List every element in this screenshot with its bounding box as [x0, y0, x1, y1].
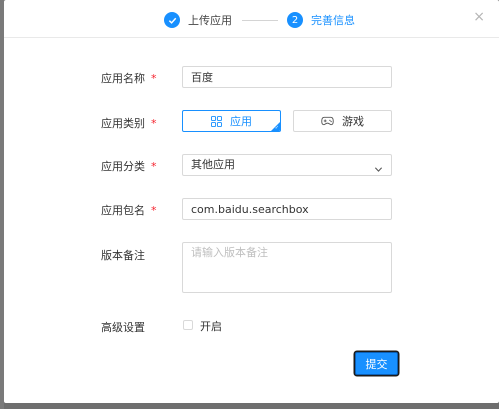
- package-name-input[interactable]: [182, 198, 392, 220]
- gamepad-icon: [321, 116, 334, 126]
- step-number: 2: [287, 12, 303, 28]
- check-icon: [164, 12, 180, 28]
- option-label: 应用: [230, 115, 252, 128]
- label-text: 应用名称: [101, 72, 145, 85]
- version-note-textarea[interactable]: [182, 242, 392, 293]
- selected-check-icon: ✓: [274, 125, 279, 131]
- app-info-dialog: 上传应用 2 完善信息 × 应用名称* 应用类别* 应用 ✓ 游戏 应用分类* …: [4, 0, 499, 403]
- step-complete-info: 2 完善信息: [287, 10, 355, 30]
- submit-button[interactable]: 提交: [355, 352, 398, 375]
- chevron-down-icon: [374, 161, 383, 181]
- close-icon[interactable]: ×: [473, 9, 485, 25]
- version-note-label: 版本备注: [101, 247, 145, 263]
- option-label: 游戏: [342, 115, 364, 128]
- app-type-label: 应用类别 *: [101, 115, 157, 131]
- step-upload-app: 上传应用: [164, 10, 232, 30]
- advanced-settings-label: 高级设置: [101, 319, 145, 335]
- steps-header: 上传应用 2 完善信息 ×: [4, 0, 499, 38]
- label-text: 版本备注: [101, 249, 145, 262]
- step-connector: [242, 20, 278, 21]
- enable-checkbox[interactable]: [183, 320, 193, 330]
- type-option-game[interactable]: 游戏: [293, 110, 392, 132]
- required-mark: *: [151, 117, 157, 130]
- package-name-label: 应用包名 *: [101, 202, 157, 218]
- label-text: 高级设置: [101, 321, 145, 334]
- app-name-label: 应用名称 *: [101, 70, 157, 86]
- app-name-input[interactable]: [182, 66, 392, 88]
- enable-checkbox-label[interactable]: 开启: [200, 318, 222, 334]
- type-option-app[interactable]: 应用 ✓: [182, 110, 281, 132]
- label-text: 应用类别: [101, 117, 145, 130]
- label-text: 应用包名: [101, 204, 145, 217]
- required-mark: *: [151, 72, 157, 85]
- required-mark: *: [151, 204, 157, 217]
- required-mark: *: [151, 160, 157, 173]
- apps-grid-icon: [211, 115, 222, 127]
- app-category-label: 应用分类 *: [101, 158, 157, 174]
- label-text: 应用分类: [101, 160, 145, 173]
- select-value: 其他应用: [191, 158, 235, 171]
- app-category-select[interactable]: 其他应用: [182, 154, 392, 176]
- step-label: 完善信息: [311, 14, 355, 27]
- step-label: 上传应用: [188, 14, 232, 27]
